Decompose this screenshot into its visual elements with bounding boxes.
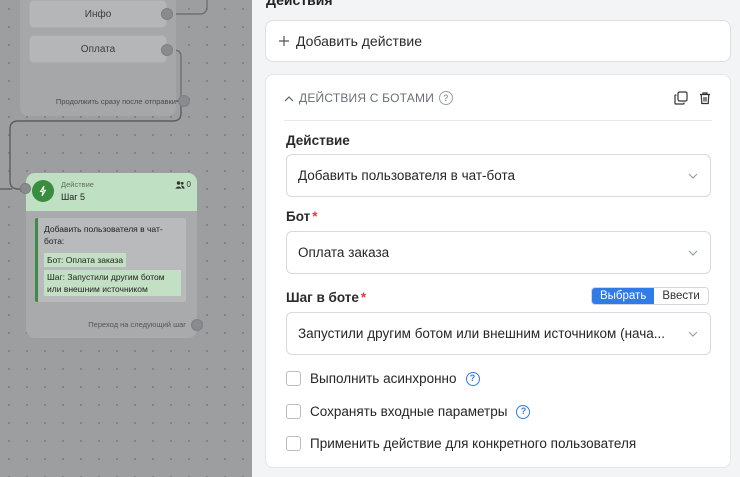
help-icon[interactable]: ?: [465, 371, 480, 386]
bot-label: Бот *: [286, 209, 318, 224]
mode-select-button[interactable]: Выбрать: [592, 288, 655, 304]
output-port-info[interactable]: [161, 8, 173, 20]
action-select[interactable]: Добавить пользователя в чат-бота: [286, 154, 711, 197]
output-port-continue[interactable]: [178, 95, 190, 107]
save-params-label: Сохранять входные параметры: [310, 404, 508, 419]
step-action-title: Добавить пользователя в чат-бота:: [44, 224, 163, 246]
step-label: Шаг в боте *: [286, 290, 366, 305]
plus-icon: [279, 36, 289, 46]
collapse-toggle[interactable]: ДЕЙСТВИЯ С БОТАМИ ?: [284, 91, 454, 105]
chevron-down-icon: [688, 331, 698, 337]
next-step-label: Переход на следующий шаг: [88, 320, 186, 329]
step-node-content: Добавить пользователя в чат-бота: Бот: О…: [35, 218, 186, 302]
step-select-value: Запустили другим ботом или внешним источ…: [298, 326, 666, 341]
async-label: Выполнить асинхронно: [310, 371, 457, 386]
bot-select-value: Оплата заказа: [298, 245, 390, 260]
output-port-next[interactable]: [191, 319, 203, 331]
settings-panel: Действия Добавить действие ДЕЙСТВИЯ С БО…: [252, 0, 740, 477]
step-step-line: Шаг: Запустили другим ботом или внешним …: [44, 270, 181, 296]
specific-user-label: Применить действие для конкретного польз…: [310, 436, 637, 451]
chevron-up-icon: [284, 95, 294, 101]
action-label-text: Действие: [286, 133, 350, 148]
step-select[interactable]: Запустили другим ботом или внешним источ…: [286, 312, 711, 355]
required-mark: *: [360, 290, 367, 305]
action-select-value: Добавить пользователя в чат-бота: [298, 168, 515, 183]
card-header: ДЕЙСТВИЯ С БОТАМИ ?: [284, 89, 712, 121]
step-name: Шаг 5: [61, 192, 86, 202]
output-port-payment[interactable]: [161, 44, 173, 56]
chevron-down-icon: [688, 173, 698, 179]
chevron-down-icon: [688, 250, 698, 256]
node-button-payment[interactable]: Оплата: [29, 35, 167, 63]
flow-canvas[interactable]: Инфо Оплата Продолжить сразу после отпра…: [0, 0, 252, 477]
action-icon: [32, 180, 54, 202]
add-action-button[interactable]: Добавить действие: [265, 20, 731, 62]
bot-select[interactable]: Оплата заказа: [286, 231, 711, 274]
mode-input-button[interactable]: Ввести: [654, 288, 708, 304]
action-label: Действие: [286, 133, 350, 148]
required-mark: *: [312, 209, 318, 224]
continue-note: Продолжить сразу после отправки: [55, 97, 176, 106]
step-node[interactable]: Действие Шаг 5 0 Добавить пользователя в…: [26, 173, 197, 338]
add-action-label: Добавить действие: [296, 33, 422, 49]
option-async[interactable]: Выполнить асинхронно ?: [286, 371, 480, 386]
users-count: 0: [174, 180, 191, 189]
step-label-text: Шаг в боте: [286, 290, 359, 305]
card-header-title: ДЕЙСТВИЯ С БОТАМИ: [299, 91, 435, 105]
node-button-info[interactable]: Инфо: [29, 0, 167, 28]
step-bot-line: Бот: Оплата заказа: [44, 253, 127, 267]
users-icon: [174, 180, 185, 189]
trash-icon[interactable]: [698, 91, 712, 105]
step-mode-toggle: Выбрать Ввести: [591, 287, 709, 305]
help-icon[interactable]: ?: [516, 404, 531, 419]
bot-actions-card: ДЕЙСТВИЯ С БОТАМИ ? Действие Добавить по…: [265, 74, 731, 468]
section-title: Действия: [266, 0, 333, 8]
async-checkbox[interactable]: [286, 371, 301, 386]
specific-user-checkbox[interactable]: [286, 436, 301, 451]
step-node-header: Действие Шаг 5 0: [26, 173, 197, 211]
help-icon[interactable]: ?: [439, 91, 454, 105]
copy-icon[interactable]: [674, 91, 688, 105]
step-kind: Действие: [61, 180, 94, 189]
bot-label-text: Бот: [286, 209, 311, 224]
save-params-checkbox[interactable]: [286, 404, 301, 419]
users-count-value: 0: [186, 180, 191, 189]
input-port[interactable]: [20, 183, 31, 194]
option-specific-user[interactable]: Применить действие для конкретного польз…: [286, 436, 636, 451]
option-save-params[interactable]: Сохранять входные параметры ?: [286, 404, 531, 419]
